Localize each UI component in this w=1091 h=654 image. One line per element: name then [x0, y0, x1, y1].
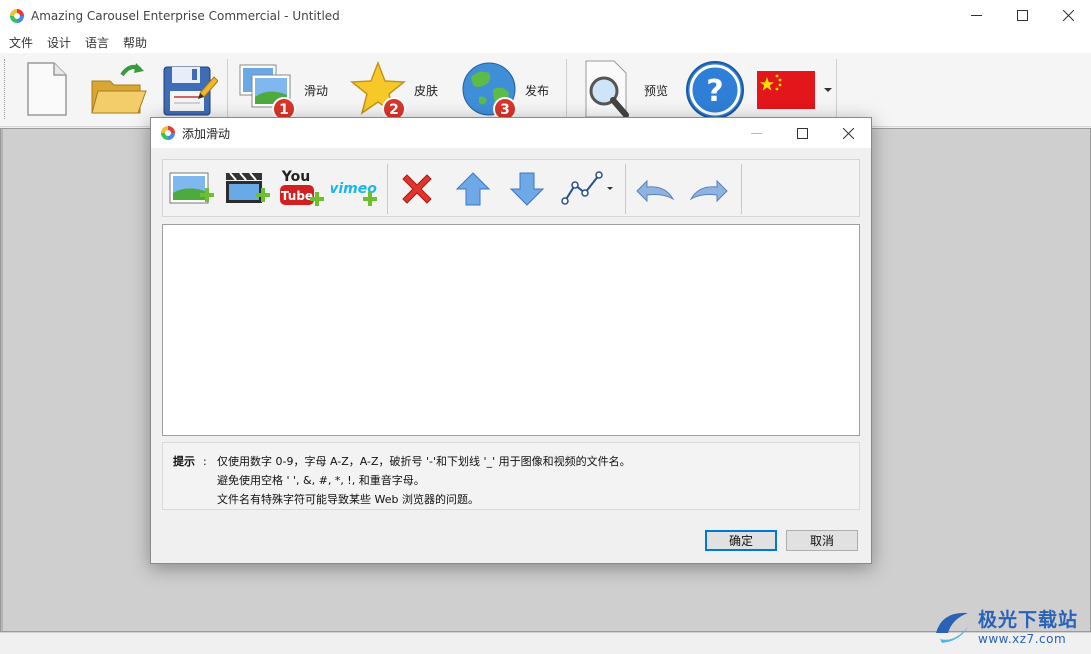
dropdown-arrow-icon	[607, 187, 613, 190]
dialog-close-button[interactable]	[825, 118, 871, 148]
dialog-toolbar-separator	[387, 164, 388, 214]
main-titlebar: Amazing Carousel Enterprise Commercial -…	[0, 0, 1091, 31]
svg-text:Tube: Tube	[281, 189, 313, 203]
step-badge-2: 2	[389, 102, 399, 118]
skins-button[interactable]: 2 皮肤	[348, 59, 438, 121]
svg-text:?: ?	[706, 74, 723, 109]
arrow-down-icon	[509, 172, 545, 206]
dropdown-arrow-icon[interactable]	[821, 85, 835, 95]
dialog-toolbar: You Tube vimeo	[162, 159, 860, 217]
open-folder-icon	[91, 63, 147, 114]
menu-bar: 文件 设计 语言 帮助	[0, 31, 1091, 53]
cancel-button[interactable]: 取消	[786, 530, 858, 551]
menu-language[interactable]: 语言	[85, 34, 109, 51]
svg-text:You: You	[281, 169, 310, 185]
publish-label: 发布	[525, 83, 550, 98]
youtube-icon: You Tube	[280, 169, 324, 206]
watermark: 极光下载站 www.xz7.com	[930, 600, 1090, 650]
toolbar-separator	[836, 59, 837, 119]
app-logo-icon	[10, 8, 24, 23]
toolbar-grip	[4, 59, 7, 119]
question-help-icon: ?	[686, 61, 744, 119]
line-path-icon	[561, 171, 603, 205]
window-title: Amazing Carousel Enterprise Commercial -…	[31, 8, 340, 23]
globe-publish-icon: 3	[462, 62, 517, 121]
add-youtube-button[interactable]: You Tube	[277, 165, 325, 213]
hint-line-3: 文件名有特殊字符可能导致某些 Web 浏览器的问题。	[217, 493, 479, 506]
skins-label: 皮肤	[414, 83, 439, 98]
publish-button[interactable]: 3 发布	[459, 59, 549, 121]
new-document-icon	[27, 62, 67, 116]
add-image-button[interactable]	[167, 165, 215, 213]
magnifier-preview-icon	[585, 60, 629, 118]
hint-line-2: 避免使用空格 ' ', &, #, *, !, 和重音字母。	[217, 474, 425, 487]
add-video-button[interactable]	[223, 165, 271, 213]
watermark-brand: 极光下载站	[978, 608, 1079, 631]
ok-button[interactable]: 确定	[705, 530, 777, 551]
close-icon	[842, 127, 854, 139]
minimize-icon	[970, 15, 982, 16]
preview-button[interactable]: 预览	[580, 59, 668, 121]
star-skin-icon: 2	[349, 60, 407, 121]
slides-button[interactable]: 1 滑动	[238, 59, 328, 121]
slides-images-icon: 1	[239, 64, 296, 121]
dialog-toolbar-separator	[741, 164, 742, 214]
help-button[interactable]: ?	[684, 59, 746, 121]
menu-file[interactable]: 文件	[9, 34, 33, 51]
dialog-titlebar: 添加滑动	[151, 118, 871, 148]
undo-button[interactable]	[631, 165, 679, 213]
dialog-logo-icon	[161, 126, 175, 140]
preview-label: 预览	[644, 83, 669, 98]
add-video-clapper-icon	[226, 172, 270, 203]
vimeo-icon: vimeo	[331, 181, 377, 206]
hint-colon: :	[203, 455, 207, 468]
effects-dropdown-button[interactable]	[557, 165, 619, 213]
main-toolbar: 1 滑动 2 皮肤 3 发布 预览 ?	[0, 53, 1091, 127]
minimize-icon	[750, 132, 762, 134]
add-image-icon	[169, 172, 214, 204]
dialog-toolbar-separator	[625, 164, 626, 214]
toolbar-separator	[566, 59, 567, 119]
watermark-logo-icon	[936, 612, 968, 643]
hint-label: 提示	[173, 455, 195, 468]
minimize-button[interactable]	[953, 0, 999, 31]
redo-icon	[689, 179, 728, 203]
hint-panel: 提示 : 仅使用数字 0-9，字母 A-Z，A-Z，破折号 '-'和下划线 '_…	[162, 442, 860, 510]
arrow-up-icon	[455, 172, 491, 206]
undo-icon	[636, 179, 675, 203]
maximize-icon	[1016, 10, 1028, 21]
toolbar-separator	[227, 59, 228, 119]
dialog-maximize-button[interactable]	[779, 118, 825, 148]
save-file-button[interactable]	[160, 59, 218, 119]
step-badge-1: 1	[279, 102, 289, 118]
maximize-button[interactable]	[999, 0, 1045, 31]
dialog-minimize-button[interactable]	[733, 118, 779, 148]
maximize-icon	[796, 127, 808, 139]
add-vimeo-button[interactable]: vimeo	[331, 165, 379, 213]
add-slide-dialog: 添加滑动 You Tube vimeo 提示: 仅使用数字 0-9，字母 A-…	[150, 117, 872, 564]
menu-help[interactable]: 帮助	[123, 34, 147, 51]
open-file-button[interactable]	[88, 59, 148, 119]
watermark-url: www.xz7.com	[978, 631, 1067, 646]
dialog-title: 添加滑动	[182, 126, 231, 141]
close-icon	[1062, 10, 1074, 21]
redo-button[interactable]	[685, 165, 733, 213]
slide-list[interactable]	[162, 224, 860, 436]
save-disk-icon	[163, 66, 218, 116]
step-badge-3: 3	[500, 102, 510, 118]
new-file-button[interactable]	[22, 59, 70, 119]
status-bar	[0, 632, 1091, 654]
slides-label: 滑动	[304, 83, 329, 98]
close-button[interactable]	[1045, 0, 1091, 31]
china-flag-icon	[757, 71, 815, 109]
delete-x-icon	[402, 174, 432, 204]
move-down-button[interactable]	[503, 165, 551, 213]
delete-button[interactable]	[393, 165, 441, 213]
language-flag-button[interactable]	[757, 71, 835, 109]
move-up-button[interactable]	[449, 165, 497, 213]
hint-line-1: 仅使用数字 0-9，字母 A-Z，A-Z，破折号 '-'和下划线 '_' 用于图…	[217, 455, 631, 468]
menu-design[interactable]: 设计	[47, 34, 71, 51]
